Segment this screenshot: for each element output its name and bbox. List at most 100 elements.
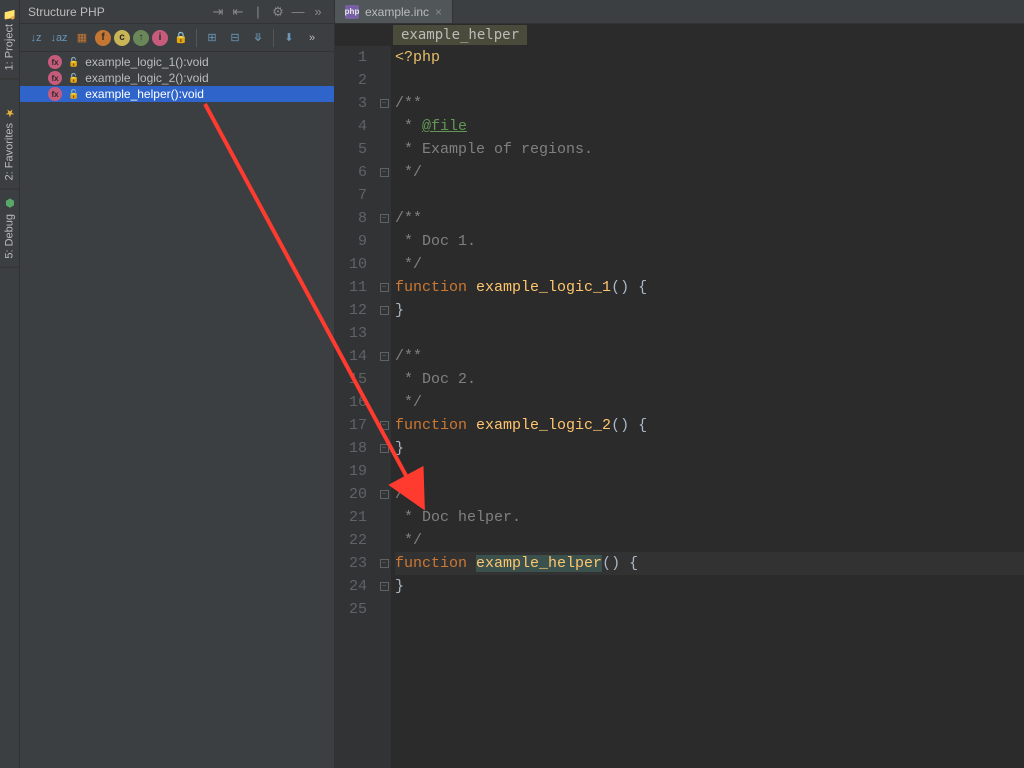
line-number[interactable]: 1 [335,46,367,69]
more-actions-icon[interactable]: » [302,28,322,48]
fold-collapse-icon[interactable]: − [380,559,389,568]
line-number[interactable]: 24 [335,575,367,598]
line-number-gutter[interactable]: 1 2 3 4 5 6 7 8 9 10 11 12 13 14 15 16 1… [335,46,377,768]
rail-project[interactable]: 1: Project 📁 [0,0,19,79]
line-number[interactable]: 18 [335,437,367,460]
fold-end-icon[interactable]: − [380,444,389,453]
function-icon: fx [48,71,62,85]
line-number[interactable]: 14 [335,345,367,368]
code-token: * [395,118,422,135]
line-number[interactable]: 21 [335,506,367,529]
scroll-to-source-icon[interactable]: ⇥ [210,4,226,20]
gear-icon[interactable]: ⚙ [270,4,286,20]
structure-tree[interactable]: fx 🔓 example_logic_1():void fx 🔓 example… [20,52,334,768]
autoscroll-icon[interactable]: ⤋ [248,28,268,48]
code-token: () { [602,555,638,572]
fold-collapse-icon[interactable]: − [380,214,389,223]
fold-collapse-icon[interactable]: − [380,352,389,361]
line-number[interactable]: 11 [335,276,367,299]
show-includes-icon[interactable]: i [152,30,168,46]
line-number[interactable]: 15 [335,368,367,391]
code-token: */ [395,164,422,181]
line-number[interactable]: 23 [335,552,367,575]
rail-favorites[interactable]: 2: Favorites ★ [0,99,19,189]
line-number[interactable]: 5 [335,138,367,161]
rail-debug[interactable]: 5: Debug ⬢ [0,190,19,268]
fold-end-icon[interactable]: − [380,168,389,177]
code-token: */ [395,256,422,273]
code-editor[interactable]: 1 2 3 4 5 6 7 8 9 10 11 12 13 14 15 16 1… [335,46,1024,768]
expand-all-icon[interactable]: ⊞ [202,28,222,48]
breadcrumb-bar: example_helper [335,24,1024,46]
line-number[interactable]: 7 [335,184,367,207]
line-number[interactable]: 6 [335,161,367,184]
code-token: example_logic_1 [476,279,611,296]
line-number[interactable]: 19 [335,460,367,483]
minimize-icon[interactable]: — [290,4,306,20]
breadcrumb-item[interactable]: example_helper [393,25,527,45]
rail-project-label: 1: Project [4,24,16,70]
fold-end-icon[interactable]: − [380,582,389,591]
code-token: @file [422,118,467,135]
show-constants-icon[interactable]: c [114,30,130,46]
line-number[interactable]: 17 [335,414,367,437]
rail-debug-label: 5: Debug [4,214,16,259]
star-icon: ★ [4,107,16,119]
fold-collapse-icon[interactable]: − [380,99,389,108]
line-number[interactable]: 3 [335,92,367,115]
fold-gutter[interactable]: − − − − − − − − − − − [377,46,391,768]
collapse-all-icon[interactable]: ⊟ [225,28,245,48]
scroll-from-source-icon[interactable]: ⇤ [230,4,246,20]
fold-end-icon[interactable]: − [380,306,389,315]
tab-label: example.inc [365,5,429,19]
line-number[interactable]: 2 [335,69,367,92]
line-number[interactable]: 13 [335,322,367,345]
tree-item-example-helper[interactable]: fx 🔓 example_helper():void [20,86,334,102]
show-fields-icon[interactable]: f [95,30,111,46]
code-token: */ [395,394,422,411]
structure-header: Structure PHP ⇥ ⇤ | ⚙ — » [20,0,334,24]
line-number[interactable]: 10 [335,253,367,276]
line-number[interactable]: 16 [335,391,367,414]
more-icon[interactable]: » [310,4,326,20]
structure-title: Structure PHP [28,5,210,19]
php-file-icon: php [345,5,359,19]
group-icon[interactable]: ▦ [72,28,92,48]
line-number[interactable]: 20 [335,483,367,506]
bug-icon: ⬢ [4,198,16,210]
tool-window-rail: 1: Project 📁 2: Favorites ★ 5: Debug ⬢ [0,0,20,768]
download-icon[interactable]: ⬇ [279,28,299,48]
code-token: function [395,279,467,296]
line-number[interactable]: 9 [335,230,367,253]
close-icon[interactable]: × [435,5,442,19]
fold-collapse-icon[interactable]: − [380,283,389,292]
show-inherited-icon[interactable]: ↑ [133,30,149,46]
lock-icon: 🔓 [68,73,79,84]
fold-collapse-icon[interactable]: − [380,490,389,499]
line-number[interactable]: 8 [335,207,367,230]
line-number[interactable]: 25 [335,598,367,621]
tree-item-label: example_helper():void [85,87,204,101]
toolbar-separator [273,29,274,47]
tree-item-example-logic-2[interactable]: fx 🔓 example_logic_2():void [20,70,334,86]
lock-icon: 🔓 [68,57,79,68]
code-content[interactable]: <?php /** * @file * Example of regions. … [391,46,1024,768]
tree-item-label: example_logic_1():void [85,55,208,69]
code-token: function [395,555,467,572]
sort-visibility-icon[interactable]: ↓az [49,28,69,48]
line-number[interactable]: 4 [335,115,367,138]
code-token: */ [395,532,422,549]
line-number[interactable]: 22 [335,529,367,552]
code-token: function [395,417,467,434]
show-nonpublic-icon[interactable]: 🔒 [171,28,191,48]
folder-icon: 📁 [4,8,16,20]
code-token: /** [395,95,422,112]
tree-item-example-logic-1[interactable]: fx 🔓 example_logic_1():void [20,54,334,70]
code-token: /** [395,210,422,227]
tab-example-inc[interactable]: php example.inc × [335,0,453,23]
fold-collapse-icon[interactable]: − [380,421,389,430]
line-number[interactable]: 12 [335,299,367,322]
sort-alpha-icon[interactable]: ↓z [26,28,46,48]
code-token: * Doc 2. [395,371,476,388]
function-icon: fx [48,55,62,69]
